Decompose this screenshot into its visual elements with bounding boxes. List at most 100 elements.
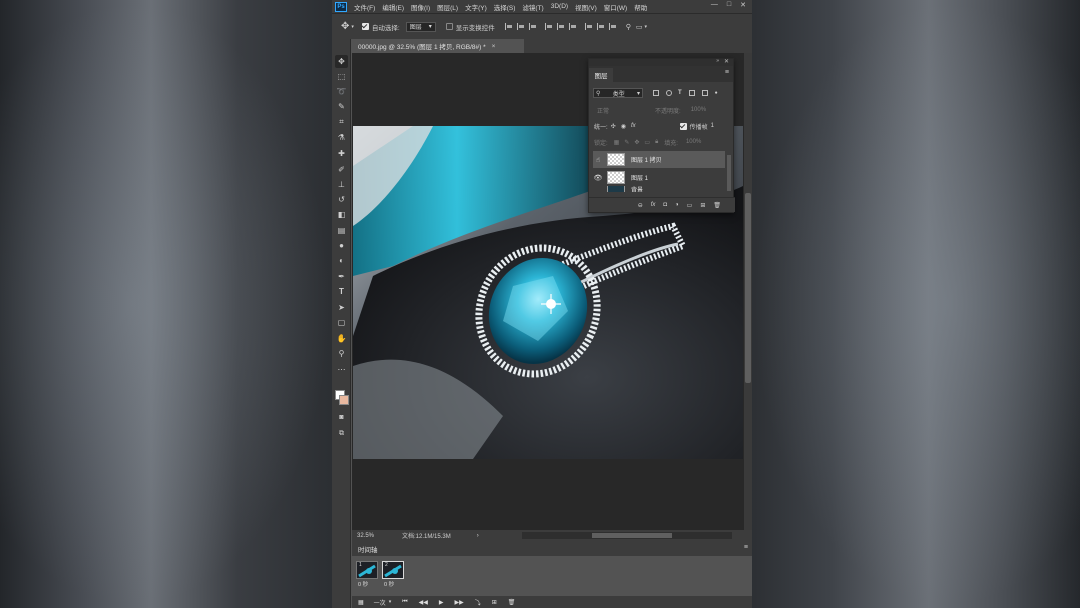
menu-type[interactable]: 文字(Y): [465, 2, 487, 12]
add-mask-icon[interactable]: ◘: [663, 202, 667, 208]
menu-image[interactable]: 图像(I): [411, 2, 430, 12]
align-middle-icon[interactable]: [516, 23, 524, 30]
loop-dropdown[interactable]: 一次: [374, 598, 386, 607]
document-tab[interactable]: 00000.jpg @ 32.5% (图层 1 拷贝, RGB/8#) * ×: [352, 39, 524, 53]
auto-select-checkbox[interactable]: [361, 23, 369, 30]
path-selection-tool-icon[interactable]: ➤: [335, 301, 348, 314]
menu-window[interactable]: 窗口(W): [604, 2, 627, 12]
unify-visibility-icon[interactable]: ◉: [621, 123, 626, 130]
unify-position-icon[interactable]: ✣: [611, 123, 616, 130]
collapse-icon[interactable]: »: [716, 58, 719, 64]
filter-type-icon[interactable]: T: [678, 90, 682, 96]
timeline-tab[interactable]: 时间轴: [358, 544, 378, 554]
background-color-swatch[interactable]: [339, 395, 349, 405]
gradient-tool-icon[interactable]: ▤: [335, 224, 348, 237]
distribute-bottom-icon[interactable]: [608, 23, 616, 30]
align-center-icon[interactable]: [556, 23, 564, 30]
chevron-down-icon[interactable]: ▾: [644, 24, 647, 30]
align-right-icon[interactable]: [568, 23, 576, 30]
layer-row[interactable]: ☝ 图层 1 拷贝: [593, 151, 725, 168]
shape-tool-icon[interactable]: ▢: [335, 316, 348, 329]
unify-style-icon[interactable]: fx: [631, 123, 636, 129]
zoom-tool-icon[interactable]: ⚲: [335, 347, 348, 360]
minimize-button[interactable]: —: [711, 1, 718, 9]
workspace-icon[interactable]: ▭: [636, 23, 643, 31]
menu-select[interactable]: 选择(S): [494, 2, 516, 12]
panel-menu-icon[interactable]: ≡: [744, 544, 748, 551]
eyedropper-tool-icon[interactable]: ⚗: [335, 131, 348, 144]
animation-frame[interactable]: 1 0 秒: [356, 561, 378, 591]
screen-mode-icon[interactable]: ⧉: [335, 427, 348, 440]
frame-duration[interactable]: 0 秒: [356, 580, 378, 588]
align-top-icon[interactable]: [504, 23, 512, 30]
distribute-top-icon[interactable]: [584, 23, 592, 30]
lock-artboard-icon[interactable]: ▭: [644, 139, 650, 146]
duplicate-frame-icon[interactable]: ⊞: [492, 599, 497, 606]
lock-all-icon[interactable]: 🔒︎: [655, 139, 658, 146]
hand-cursor-icon[interactable]: ☝: [593, 156, 603, 164]
more-tools-icon[interactable]: ⋯: [335, 363, 348, 376]
brush-tool-icon[interactable]: ✐: [335, 163, 348, 176]
horizontal-scrollbar[interactable]: [522, 532, 732, 539]
move-tool-icon[interactable]: ✥: [335, 55, 348, 68]
add-style-icon[interactable]: fx: [651, 202, 656, 208]
menu-file[interactable]: 文件(F): [354, 2, 375, 12]
link-layers-icon[interactable]: ⊖: [638, 202, 643, 209]
crop-tool-icon[interactable]: ⌗: [335, 115, 348, 128]
delete-layer-icon[interactable]: 🗑︎: [713, 202, 721, 209]
frame-duration[interactable]: 0 秒: [382, 580, 404, 588]
maximize-button[interactable]: □: [727, 1, 731, 9]
play-icon[interactable]: ▶: [439, 599, 444, 606]
menu-3d[interactable]: 3D(D): [551, 3, 568, 10]
first-frame-icon[interactable]: ⏮: [402, 599, 407, 606]
eraser-tool-icon[interactable]: ◧: [335, 208, 348, 221]
previous-frame-icon[interactable]: ◀◀: [419, 599, 428, 606]
marquee-tool-icon[interactable]: ⬚: [335, 70, 348, 83]
healing-brush-tool-icon[interactable]: ✚: [335, 147, 348, 160]
layer-row-partial[interactable]: 背景: [593, 186, 725, 192]
opacity-value[interactable]: 100%: [691, 107, 706, 113]
distribute-middle-icon[interactable]: [596, 23, 604, 30]
panel-titlebar[interactable]: » ✕: [589, 58, 733, 66]
zoom-level[interactable]: 32.5%: [357, 533, 374, 539]
align-left-icon[interactable]: [544, 23, 552, 30]
new-group-icon[interactable]: ▭: [687, 202, 693, 209]
clone-stamp-tool-icon[interactable]: ⊥: [335, 178, 348, 191]
horizontal-scrollbar-thumb[interactable]: [592, 533, 672, 538]
menu-help[interactable]: 帮助: [634, 2, 647, 12]
delete-frame-icon[interactable]: 🗑︎: [508, 599, 516, 606]
hand-tool-icon[interactable]: ✋: [335, 332, 348, 345]
quick-mask-icon[interactable]: ◙: [335, 411, 348, 424]
filter-pixel-icon[interactable]: [653, 90, 659, 96]
kind-filter-dropdown[interactable]: ⚲ 类型 ▾: [593, 88, 643, 98]
chevron-down-icon[interactable]: ▾: [389, 599, 392, 605]
type-tool-icon[interactable]: T: [335, 285, 348, 298]
layers-scrollbar[interactable]: [727, 155, 731, 191]
filter-smart-object-icon[interactable]: [701, 90, 708, 96]
tween-icon[interactable]: ⤵: [475, 598, 481, 607]
vertical-scrollbar[interactable]: [744, 53, 752, 530]
adjustment-layer-icon[interactable]: ◑: [675, 202, 679, 208]
new-layer-icon[interactable]: ⊞: [700, 202, 705, 209]
show-transform-checkbox[interactable]: [445, 23, 453, 30]
fill-value[interactable]: 100%: [686, 139, 701, 145]
visibility-eye-icon[interactable]: 👁︎: [593, 174, 603, 182]
layer-row[interactable]: 👁︎ 图层 1: [593, 169, 725, 186]
filter-adjustment-icon[interactable]: [666, 90, 672, 96]
close-tab-icon[interactable]: ×: [492, 43, 496, 50]
auto-select-target-dropdown[interactable]: 图层 ▾: [405, 21, 436, 32]
lock-image-icon[interactable]: ✎: [624, 139, 629, 146]
lock-transparent-icon[interactable]: ▦: [614, 139, 620, 146]
move-tool-preset-icon[interactable]: ✥: [341, 21, 349, 32]
lasso-tool-icon[interactable]: ➰: [335, 85, 348, 98]
filter-shape-icon[interactable]: [688, 90, 695, 96]
filter-toggle-icon[interactable]: ●: [715, 90, 718, 96]
menu-filter[interactable]: 滤镜(T): [522, 2, 543, 12]
vertical-scrollbar-thumb[interactable]: [745, 193, 751, 383]
propagate-frame-checkbox[interactable]: [679, 122, 687, 130]
animation-frame-selected[interactable]: 2 0 秒: [382, 561, 404, 591]
layers-tab[interactable]: 图层: [589, 68, 613, 82]
blur-tool-icon[interactable]: ●: [335, 239, 348, 252]
pen-tool-icon[interactable]: ✒: [335, 270, 348, 283]
panel-menu-icon[interactable]: ≡: [725, 69, 729, 76]
